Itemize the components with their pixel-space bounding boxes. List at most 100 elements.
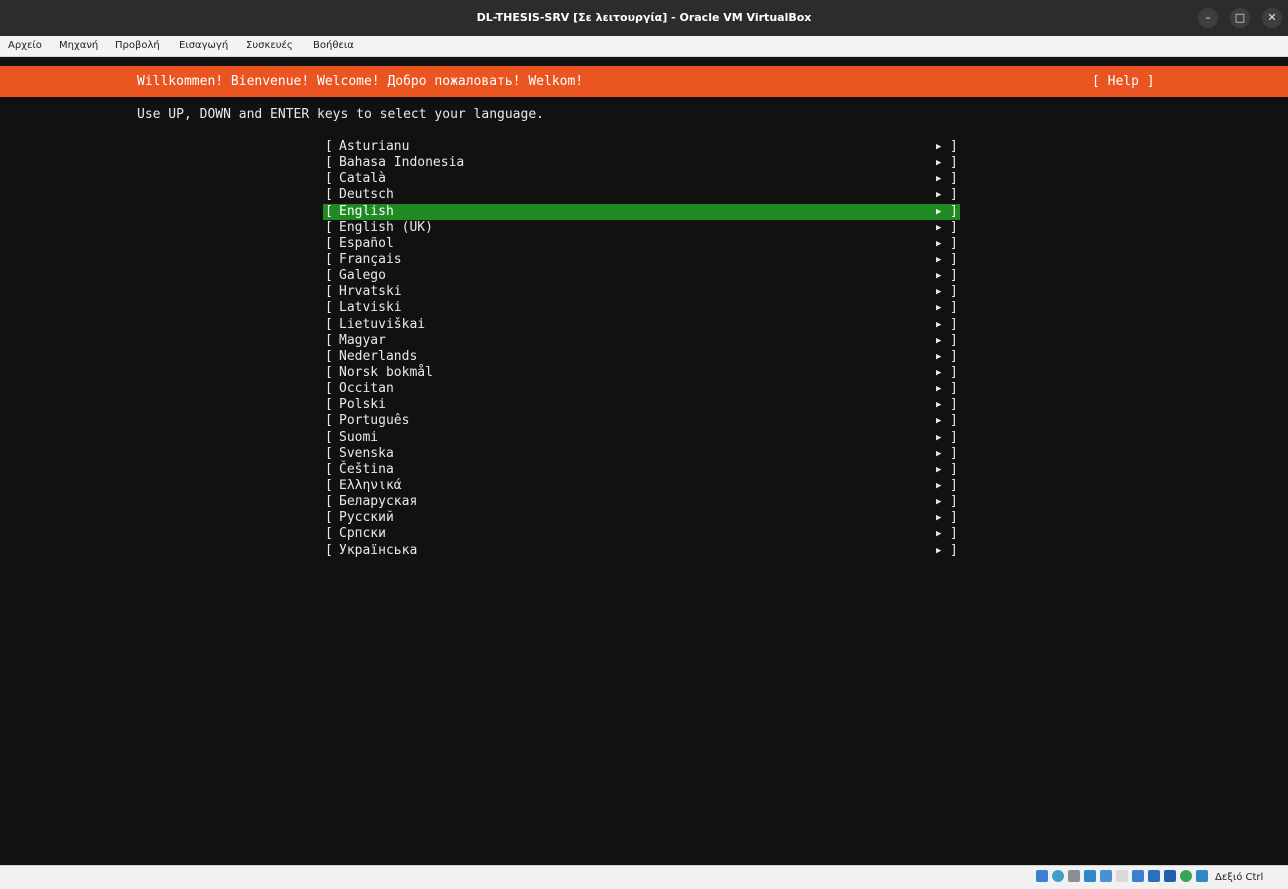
language-label: Español [339,235,394,251]
language-label: English (UK) [339,219,433,235]
language-option[interactable]: [Беларуская ▶] [323,494,960,510]
network-icon[interactable] [1084,870,1096,882]
left-bracket: [ [325,171,333,187]
arrow-right-icon: ▶ [936,319,942,330]
left-bracket: [ [325,526,333,542]
status-bar: Δεξιό Ctrl [0,865,1288,889]
arrow-right-icon: ▶ [936,367,942,378]
language-option[interactable]: [Lietuviškai ▶] [323,317,960,333]
maximize-button[interactable]: □ [1230,8,1250,28]
right-bracket: ] [950,413,958,429]
arrow-right-icon: ▶ [936,464,942,475]
optical-drive-icon[interactable] [1052,870,1064,882]
usb-icon[interactable] [1100,870,1112,882]
right-bracket: ] [950,300,958,316]
close-button[interactable]: ✕ [1262,8,1282,28]
language-label: Hrvatski [339,284,402,300]
recording-icon[interactable] [1164,870,1176,882]
arrow-right-icon: ▶ [936,335,942,346]
arrow-right-icon: ▶ [936,545,942,556]
left-bracket: [ [325,381,333,397]
language-option[interactable]: [Deutsch ▶] [323,187,960,203]
arrow-right-icon: ▶ [936,497,942,508]
language-label: Suomi [339,429,379,445]
left-bracket: [ [325,429,333,445]
right-bracket: ] [950,316,958,332]
arrow-right-icon: ▶ [936,238,942,249]
left-bracket: [ [325,300,333,316]
shared-folders-icon[interactable] [1116,870,1128,882]
language-option[interactable]: [Hrvatski ▶] [323,284,960,300]
language-option[interactable]: [Português ▶] [323,413,960,429]
cpu-icon[interactable] [1180,870,1192,882]
arrow-right-icon: ▶ [936,206,942,217]
language-option[interactable]: [Español ▶] [323,236,960,252]
video-capture-icon[interactable] [1148,870,1160,882]
arrow-right-icon: ▶ [936,432,942,443]
arrow-right-icon: ▶ [936,416,942,427]
language-label: Galego [339,268,386,284]
language-label: Nederlands [339,348,418,364]
arrow-right-icon: ▶ [936,190,942,201]
left-bracket: [ [325,203,333,219]
mouse-integration-icon[interactable] [1196,870,1208,882]
right-bracket: ] [950,203,958,219]
language-option[interactable]: [Català ▶] [323,171,960,187]
minimize-button[interactable]: – [1198,8,1218,28]
language-option[interactable]: [Occitan ▶] [323,381,960,397]
language-option[interactable]: [Galego ▶] [323,268,960,284]
language-label: Svenska [339,445,394,461]
language-option[interactable]: [ English (UK) ▶] [323,220,960,236]
language-label: Українська [339,542,418,558]
language-option[interactable]: [Українська ▶] [323,543,960,559]
audio-icon[interactable] [1068,870,1080,882]
language-label: Ελληνικά [339,477,402,493]
language-label: Bahasa Indonesia [339,155,465,171]
language-option[interactable]: [ English ▶] [323,203,960,220]
language-option[interactable]: [Norsk bokmål ▶] [323,365,960,381]
language-label: Беларуская [339,494,418,510]
language-option[interactable]: [Bahasa Indonesia ▶] [323,155,960,171]
language-option[interactable]: [Ελληνικά ▶] [323,478,960,494]
left-bracket: [ [325,542,333,558]
language-option[interactable]: [Русский ▶] [323,510,960,526]
language-label: Latviski [339,300,402,316]
arrow-right-icon: ▶ [936,174,942,185]
menu-file[interactable]: Αρχείο [8,36,42,56]
language-option[interactable]: [Asturianu ▶] [323,139,960,155]
language-option[interactable]: [ Latviski ▶] [323,300,960,316]
left-bracket: [ [325,219,333,235]
language-option[interactable]: [Polski ▶] [323,397,960,413]
menu-machine[interactable]: Μηχανή [59,36,98,56]
menu-help[interactable]: Βοήθεια [313,36,354,56]
right-bracket: ] [950,445,958,461]
right-bracket: ] [950,332,958,348]
language-option[interactable]: [Magyar ▶] [323,333,960,349]
vm-display[interactable]: Willkommen! Bienvenue! Welcome! Добро по… [0,57,1288,865]
left-bracket: [ [325,348,333,364]
right-bracket: ] [950,171,958,187]
menu-view[interactable]: Προβολή [115,36,160,56]
language-option[interactable]: [Nederlands ▶] [323,349,960,365]
host-key-label[interactable]: Δεξιό Ctrl [1215,866,1263,889]
hard-disk-icon[interactable] [1036,870,1048,882]
arrow-right-icon: ▶ [936,222,942,233]
language-list: [Asturianu ▶] [Bahasa Indonesia ▶] [Català ▶]… [323,139,960,559]
arrow-right-icon: ▶ [936,400,942,411]
display-icon[interactable] [1132,870,1144,882]
welcome-text: Willkommen! Bienvenue! Welcome! Добро по… [137,74,584,89]
language-option[interactable]: [Suomi ▶] [323,430,960,446]
arrow-right-icon: ▶ [936,303,942,314]
language-option[interactable]: [Svenska ▶] [323,446,960,462]
language-option[interactable]: [Čeština ▶] [323,462,960,478]
window-title: DL-THESIS-SRV [Σε λειτουργία] - Oracle V… [476,11,812,24]
language-label: English [339,203,394,219]
menu-input[interactable]: Εισαγωγή [179,36,228,56]
right-bracket: ] [950,219,958,235]
menu-devices[interactable]: Συσκευές [246,36,293,56]
language-option[interactable]: [Српски ▶] [323,526,960,542]
left-bracket: [ [325,187,333,203]
help-button[interactable]: [ Help ] [1092,66,1155,97]
language-label: Magyar [339,332,386,348]
language-option[interactable]: [Français ▶] [323,252,960,268]
